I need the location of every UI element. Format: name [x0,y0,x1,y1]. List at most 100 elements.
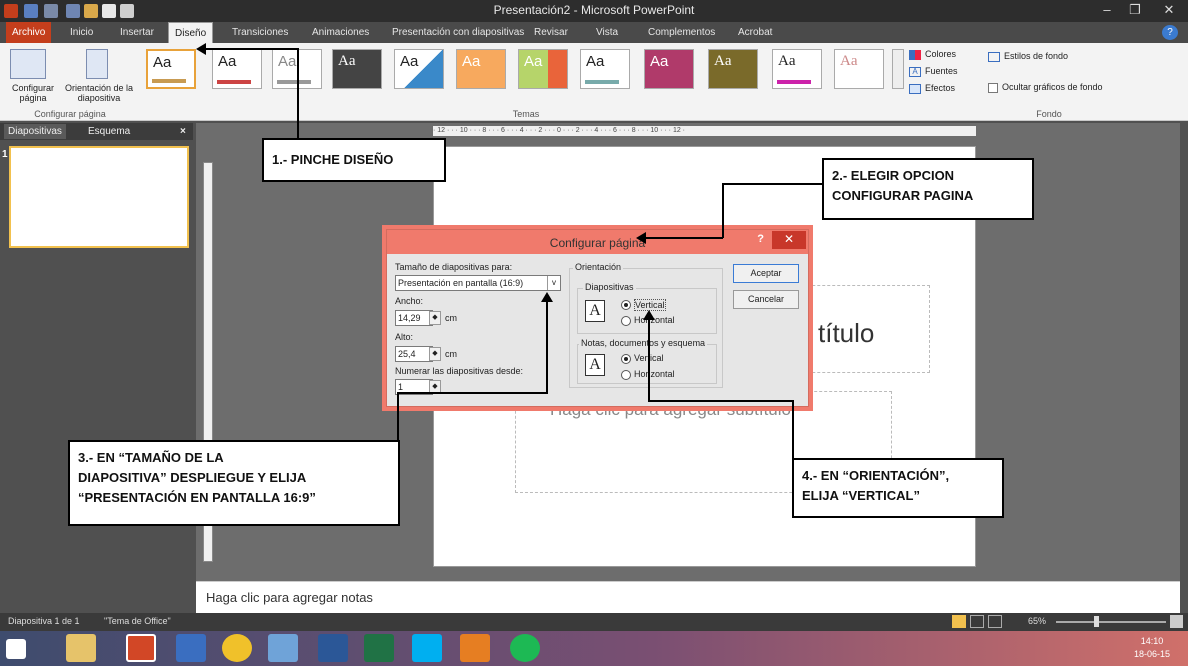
notes-horizontal-radio[interactable] [621,370,631,380]
callout4-line-v [648,318,650,402]
callout-1: 1.- PINCHE DISEÑO [262,138,446,182]
callout3-line-v [397,392,399,440]
paint-icon[interactable] [268,634,298,662]
notes-placeholder: Haga clic para agregar notas [206,590,373,605]
callout1-line-v [297,48,299,138]
tab-acrobat[interactable]: Acrobat [732,22,778,43]
restore-button[interactable]: ❐ [1120,0,1150,22]
diapositivas-label: Diapositivas [583,282,636,292]
minimize-button[interactable]: – [1092,0,1122,22]
theme-thumb-8[interactable]: Aa [580,49,630,89]
size-dropdown-icon[interactable]: v [547,276,560,290]
start-icon[interactable] [6,639,26,659]
alto-spinner[interactable]: ◆ [429,347,441,361]
chrome-icon[interactable] [222,634,252,662]
tab-animaciones[interactable]: Animaciones [306,22,375,43]
background-styles-icon [988,52,1000,62]
colores-button[interactable]: Colores [925,49,956,59]
themes-scroll[interactable] [892,49,904,89]
excel-icon[interactable] [364,634,394,662]
size-select[interactable]: Presentación en pantalla (16:9) [395,275,561,291]
dialog-close-button[interactable]: ✕ [772,231,806,249]
tab-diseno[interactable]: Diseño [168,22,214,43]
callout2-line-v [722,183,724,238]
tab-esquema[interactable]: Esquema [84,124,134,139]
theme-thumb-10[interactable]: Aa [708,49,758,89]
ancho-input[interactable]: 14,29 [395,310,433,326]
reading-view-icon[interactable] [988,615,1002,628]
theme-thumb-4[interactable]: Aa [332,49,382,89]
explorer-icon[interactable] [66,634,96,662]
zoom-thumb[interactable] [1094,616,1099,627]
tab-transiciones[interactable]: Transiciones [226,22,294,43]
size-label: Tamaño de diapositivas para: [395,262,513,272]
hide-graphics-checkbox[interactable] [988,83,998,93]
tab-insertar[interactable]: Insertar [114,22,160,43]
theme-thumb-2[interactable]: Aa [212,49,262,89]
tab-presentacion[interactable]: Presentación con diapositivas [386,22,530,43]
portrait-page-icon: A [585,300,605,322]
callout1-line-h [199,48,299,50]
help-icon[interactable]: ? [1162,25,1178,40]
pane-close-icon[interactable]: × [176,124,190,139]
orientation-button[interactable]: Orientación de la diapositiva [64,83,134,103]
tab-diapositivas[interactable]: Diapositivas [4,124,66,139]
sorter-view-icon[interactable] [970,615,984,628]
slide-orientation-icon[interactable] [86,49,108,79]
zoom-slider[interactable] [1056,621,1166,623]
close-button[interactable]: ✕ [1150,0,1188,22]
estilos-fondo-button[interactable]: Estilos de fondo [1004,51,1068,61]
theme-thumb-12[interactable]: Aa [834,49,884,89]
slide-thumbnail[interactable] [9,146,189,248]
notes-horizontal-label[interactable]: Horizontal [634,369,675,379]
slides-vertical-radio[interactable] [621,300,631,310]
tab-inicio[interactable]: Inicio [64,22,99,43]
clock[interactable]: 14:10 18-06-15 [1134,635,1170,661]
dialog-help-icon[interactable]: ? [757,233,764,245]
tab-revisar[interactable]: Revisar [528,22,574,43]
word-icon[interactable] [318,634,348,662]
alto-label: Alto: [395,332,414,342]
theme-thumb-office[interactable]: Aa [146,49,196,89]
callout-2-line2: CONFIGURAR PAGINA [832,188,974,203]
fit-slide-icon[interactable] [1170,615,1183,628]
callout3-line-h [397,392,548,394]
page-setup-button[interactable]: Configurar página [2,83,64,103]
slides-horizontal-radio[interactable] [621,316,631,326]
tab-archivo[interactable]: Archivo [6,22,52,43]
theme-thumb-11[interactable]: Aa [772,49,822,89]
aceptar-button[interactable]: Aceptar [733,264,799,283]
group-label-setup: Configurar página [34,109,106,119]
theme-name: "Tema de Office" [104,616,171,626]
spotify-icon[interactable] [510,634,540,662]
alto-input[interactable]: 25,4 [395,346,433,362]
theme-thumb-7[interactable]: Aa [518,49,568,89]
tab-vista[interactable]: Vista [590,22,624,43]
notes-vertical-radio[interactable] [621,354,631,364]
fuentes-button[interactable]: Fuentes [925,66,958,76]
theme-thumb-5[interactable]: Aa [394,49,444,89]
alto-unit: cm [445,349,457,359]
callout-4-line1: 4.- EN “ORIENTACIÓN”, [802,468,950,483]
app-task-icon[interactable] [176,634,206,662]
zoom-level[interactable]: 65% [1028,616,1046,626]
skype-icon[interactable] [412,634,442,662]
ribbon: Configurar página Orientación de la diap… [0,43,1188,121]
group-label-fondo: Fondo [1036,109,1062,119]
notes-pane[interactable]: Haga clic para agregar notas [196,581,1180,613]
ancho-spinner[interactable]: ◆ [429,311,441,325]
tab-complementos[interactable]: Complementos [642,22,721,43]
window-title: Presentación2 - Microsoft PowerPoint [493,3,695,17]
theme-thumb-6[interactable]: Aa [456,49,506,89]
page-setup-icon[interactable] [10,49,46,79]
efectos-button[interactable]: Efectos [925,83,955,93]
group-label-themes: Temas [512,109,540,119]
theme-thumb-9[interactable]: Aa [644,49,694,89]
taskbar: 14:10 18-06-15 [0,631,1188,666]
powerpoint-task-icon[interactable] [126,634,156,662]
outlook-icon[interactable] [460,634,490,662]
colors-icon [909,50,921,60]
cancelar-button[interactable]: Cancelar [733,290,799,309]
callout4-line-h [648,400,794,402]
normal-view-icon[interactable] [952,615,966,628]
